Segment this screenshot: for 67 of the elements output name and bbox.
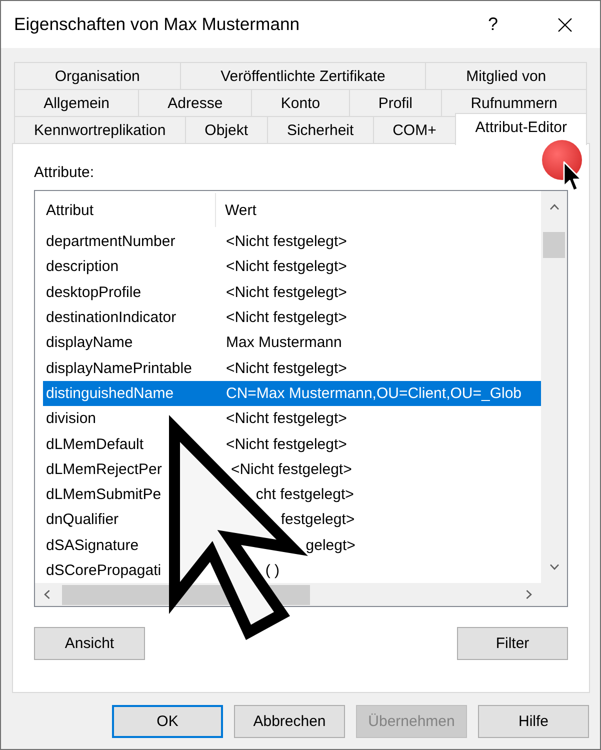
table-cell: <Nicht festgelegt> <box>230 460 352 478</box>
tab[interactable]: Mitglied von <box>425 62 587 89</box>
table-cell: dSASignature <box>46 536 139 554</box>
help-button[interactable]: Hilfe <box>478 705 589 738</box>
table-cell: <Nicht festgelegt> <box>226 258 347 276</box>
attribute-list[interactable] <box>34 190 568 607</box>
view-button[interactable]: Ansicht <box>34 627 145 660</box>
context-help-button[interactable]: ? <box>460 2 526 48</box>
table-row[interactable]: dLMemRejectPer <Nicht festgelegt> <box>43 456 541 482</box>
table-row[interactable]: displayNamePrintable <Nicht festgelegt> <box>43 355 541 381</box>
table-row[interactable]: dLMemSubmitPe cht festgelegt> <box>43 482 541 508</box>
table-cell: departmentNumber <box>46 233 176 250</box>
table-cell: dSCorePropagati <box>46 562 162 579</box>
chevron-left-icon[interactable] <box>44 590 50 599</box>
table-row[interactable]: displayName Max Mustermann <box>43 330 541 356</box>
cursor-icon <box>563 161 582 192</box>
chevron-down-icon[interactable] <box>550 564 558 570</box>
table-cell: dLMemSubmitPe <box>46 486 162 504</box>
chevron-up-icon[interactable] <box>550 204 558 210</box>
tab[interactable]: Rufnummern <box>441 89 588 116</box>
table-cell: displayNamePrintable <box>46 360 192 377</box>
table-cell: CN=Max Mustermann,OU=Client,OU=_Glob <box>226 384 522 402</box>
table-row[interactable]: distinguishedName CN=Max Mustermann,OU=Client,OU=_Glob <box>43 380 541 406</box>
table-row[interactable]: departmentNumber <Nicht festgelegt> <box>43 229 541 254</box>
table-row[interactable]: destinationIndicator <Nicht festgelegt> <box>43 304 541 330</box>
table-cell: cht festgelegt> <box>256 486 354 504</box>
table-cell: <Nicht festgelegt> <box>226 360 347 377</box>
list-label: Attribute: <box>34 164 94 181</box>
table-cell: ( ) <box>265 562 280 579</box>
table-row[interactable]: dLMemDefault <Nicht festgelegt> <box>43 431 541 457</box>
table-row[interactable]: dnQualifier festgelegt> <box>43 507 541 533</box>
ok-button[interactable]: OK <box>112 705 223 738</box>
table-cell: <Nicht festgelegt> <box>226 436 347 453</box>
table-cell: distinguishedName <box>46 384 174 402</box>
table-row[interactable]: desktopProfile <Nicht festgelegt> <box>43 280 541 305</box>
table-row[interactable]: dSASignature gelegt> <box>43 532 541 558</box>
table-cell: Max Mustermann <box>226 334 342 352</box>
table-cell: dLMemRejectPer <box>46 460 162 478</box>
table-cell: desktopProfile <box>46 284 142 301</box>
table-cell: <Nicht festgelegt> <box>226 284 347 301</box>
tab[interactable]: Attribut-Editor <box>455 113 587 145</box>
table-cell: destinationIndicator <box>46 309 176 326</box>
column-header[interactable]: Attribut <box>43 193 216 227</box>
table-cell: dnQualifier <box>46 511 119 528</box>
table-row[interactable]: dSCorePropagati ( ) <box>43 558 541 583</box>
table-cell: displayName <box>46 334 133 352</box>
table-cell: festgelegt> <box>280 511 355 528</box>
table-cell: description <box>46 258 119 276</box>
table-row[interactable]: description <Nicht festgelegt> <box>43 254 541 280</box>
cancel-button[interactable]: Abbrechen <box>234 705 345 738</box>
table-cell: dLMemDefault <box>46 436 144 453</box>
table-cell: <Nicht festgelegt> <box>226 309 347 326</box>
vertical-scrollbar[interactable] <box>541 191 567 583</box>
table-cell: gelegt> <box>306 536 356 554</box>
chevron-right-icon[interactable] <box>526 590 532 599</box>
scrollbar-thumb[interactable] <box>543 232 565 258</box>
table-cell: <Nicht festgelegt> <box>226 410 347 428</box>
tab[interactable]: Kennwortreplikation <box>14 116 186 143</box>
filter-button[interactable]: Filter <box>457 627 568 660</box>
table-row[interactable]: division <Nicht festgelegt> <box>43 406 541 432</box>
table-cell: <Nicht festgelegt> <box>226 233 347 250</box>
window-title: Eigenschaften von Max Mustermann <box>14 14 300 35</box>
tab[interactable]: Organisation <box>14 62 181 89</box>
close-icon[interactable] <box>558 18 572 32</box>
column-header[interactable]: Wert <box>216 191 541 229</box>
tab[interactable]: Allgemein <box>14 89 140 116</box>
table-cell: division <box>46 410 96 428</box>
